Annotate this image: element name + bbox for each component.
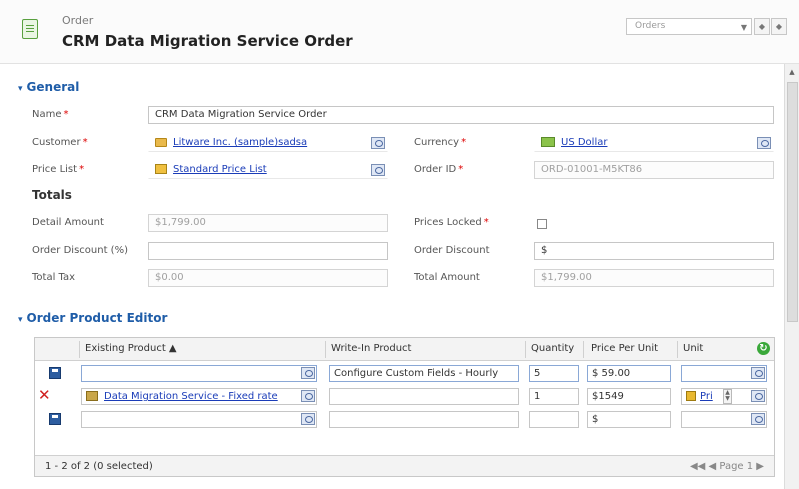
- prices-locked-checkbox[interactable]: [537, 219, 547, 229]
- refresh-icon[interactable]: ↻: [757, 342, 770, 355]
- price-per-unit-cell[interactable]: $ 59.00: [587, 365, 671, 382]
- section-totals: Totals: [32, 188, 72, 202]
- save-icon[interactable]: [49, 413, 61, 425]
- customer-lookup[interactable]: Litware Inc. (sample)sadsa: [148, 134, 388, 152]
- quantity-cell[interactable]: [529, 411, 579, 428]
- previous-record-button[interactable]: ◆: [754, 18, 770, 35]
- section-order-product-editor[interactable]: Order Product Editor: [18, 311, 168, 325]
- write-in-product-cell[interactable]: Configure Custom Fields - Hourly: [329, 365, 519, 382]
- lookup-icon[interactable]: [751, 413, 765, 425]
- order-icon: [22, 19, 38, 39]
- detail-amount-label: Detail Amount: [32, 217, 104, 228]
- quantity-cell[interactable]: 5: [529, 365, 579, 382]
- column-separator: [79, 341, 80, 358]
- write-in-product-cell[interactable]: [329, 388, 519, 405]
- price-list-icon: [155, 164, 167, 174]
- total-tax-field: $0.00: [148, 269, 388, 287]
- price-per-unit-cell[interactable]: $: [587, 411, 671, 428]
- existing-product-link[interactable]: Data Migration Service - Fixed rate: [104, 391, 278, 402]
- name-field[interactable]: CRM Data Migration Service Order: [148, 106, 774, 124]
- scroll-up-arrow-icon[interactable]: ▲: [785, 68, 799, 80]
- order-discount-label: Order Discount: [414, 245, 490, 256]
- detail-amount-field: $1,799.00: [148, 214, 388, 232]
- write-in-product-cell[interactable]: [329, 411, 519, 428]
- column-write-in-product[interactable]: Write-In Product: [331, 343, 411, 354]
- unit-link[interactable]: Pri: [700, 391, 713, 402]
- price-list-link[interactable]: Standard Price List: [173, 164, 267, 175]
- prices-locked-label: Prices Locked *: [414, 217, 489, 228]
- existing-product-cell[interactable]: Data Migration Service - Fixed rate: [81, 388, 317, 405]
- column-separator: [325, 341, 326, 358]
- total-tax-label: Total Tax: [32, 272, 76, 283]
- column-separator: [525, 341, 526, 358]
- grid-footer: 1 - 2 of 2 (0 selected) ◀◀ ◀ Page 1 ▶: [35, 455, 774, 476]
- column-quantity[interactable]: Quantity: [531, 343, 574, 354]
- lookup-icon[interactable]: [301, 367, 315, 379]
- record-navigation-select[interactable]: Orders ▼: [626, 18, 752, 35]
- delete-icon[interactable]: ✕: [38, 388, 51, 403]
- grid-pager[interactable]: ◀◀ ◀ Page 1 ▶: [690, 461, 764, 472]
- scroll-thumb[interactable]: [787, 82, 798, 322]
- order-id-field: ORD-01001-M5KT86: [534, 161, 774, 179]
- account-icon: [155, 137, 167, 147]
- grid-header: Existing Product ▲ Write-In Product Quan…: [35, 338, 774, 361]
- currency-label: Currency *: [414, 137, 467, 148]
- order-discount-pct-field[interactable]: [148, 242, 388, 260]
- total-amount-label: Total Amount: [414, 272, 480, 283]
- unit-spinner[interactable]: ▲ ▼: [723, 389, 732, 404]
- record-title: CRM Data Migration Service Order: [62, 32, 353, 50]
- form-scrollbar[interactable]: ▲: [784, 64, 799, 489]
- unit-icon: [686, 391, 696, 401]
- lookup-icon[interactable]: [371, 137, 385, 149]
- order-discount-field[interactable]: $: [534, 242, 774, 260]
- chevron-down-icon: ▼: [740, 23, 747, 32]
- currency-icon: [541, 137, 555, 147]
- record-navigation-value: Orders: [635, 21, 666, 31]
- order-id-label: Order ID *: [414, 164, 464, 175]
- save-icon[interactable]: [49, 367, 61, 379]
- customer-link[interactable]: Litware Inc. (sample)sadsa: [173, 137, 307, 148]
- name-label: Name *: [32, 109, 69, 120]
- currency-link[interactable]: US Dollar: [561, 137, 607, 148]
- column-separator: [677, 341, 678, 358]
- order-product-grid: Existing Product ▲ Write-In Product Quan…: [34, 337, 775, 477]
- column-unit[interactable]: Unit: [683, 343, 703, 354]
- section-general[interactable]: General: [18, 80, 80, 94]
- total-amount-field: $1,799.00: [534, 269, 774, 287]
- next-record-button[interactable]: ◆: [771, 18, 787, 35]
- column-price-per-unit[interactable]: Price Per Unit: [591, 343, 658, 354]
- price-per-unit-cell[interactable]: $1549: [587, 388, 671, 405]
- lookup-icon[interactable]: [301, 390, 315, 402]
- column-existing-product[interactable]: Existing Product ▲: [85, 343, 177, 354]
- product-icon: [86, 391, 98, 401]
- lookup-icon[interactable]: [301, 413, 315, 425]
- selection-count: 1 - 2 of 2 (0 selected): [45, 461, 153, 472]
- currency-lookup[interactable]: US Dollar: [534, 134, 774, 152]
- quantity-cell[interactable]: 1: [529, 388, 579, 405]
- lookup-icon[interactable]: [751, 367, 765, 379]
- lookup-icon[interactable]: [751, 390, 765, 402]
- existing-product-cell[interactable]: [81, 365, 317, 382]
- order-discount-pct-label: Order Discount (%): [32, 245, 128, 256]
- price-list-lookup[interactable]: Standard Price List: [148, 161, 388, 179]
- entity-type-label: Order: [62, 14, 94, 27]
- customer-label: Customer *: [32, 137, 88, 148]
- lookup-icon[interactable]: [371, 164, 385, 176]
- form-header: Order CRM Data Migration Service Order O…: [0, 0, 799, 64]
- price-list-label: Price List *: [32, 164, 85, 175]
- lookup-icon[interactable]: [757, 137, 771, 149]
- column-separator: [583, 341, 584, 358]
- existing-product-cell[interactable]: [81, 411, 317, 428]
